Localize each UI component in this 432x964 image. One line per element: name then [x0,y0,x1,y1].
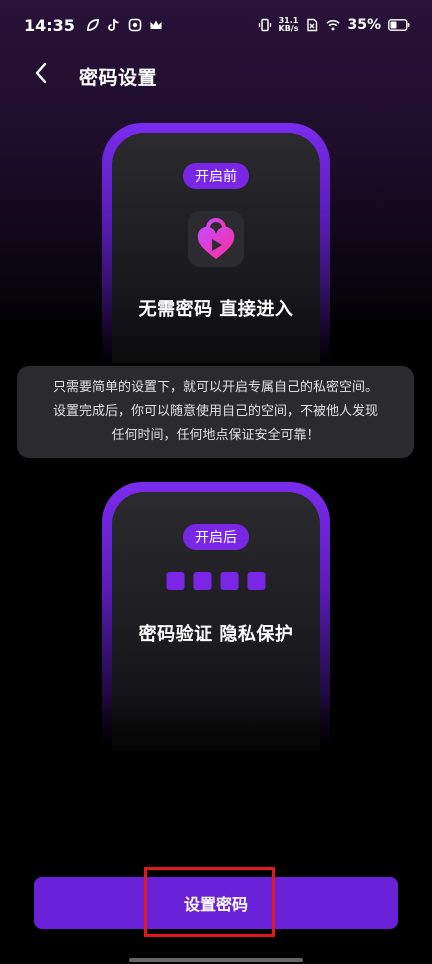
info-line-1: 只需要简单的设置下，就可以开启专属自己的私密空间。 [52,380,378,395]
app-icon [128,18,142,32]
set-password-label: 设置密码 [183,895,248,914]
before-badge: 开启前 [183,163,249,189]
battery-icon [388,18,410,32]
back-button[interactable] [28,62,54,88]
pin-dots [166,572,266,590]
pin-dot [193,572,212,590]
tiktok-icon [107,18,121,32]
home-indicator[interactable] [129,958,303,962]
chevron-left-icon [34,62,48,88]
before-caption: 无需密码 直接进入 [138,299,294,320]
before-phone-illustration: 开启前 无需密码 直接进入 [102,123,330,363]
heart-lock-icon [188,211,244,267]
pin-dot [166,572,185,590]
network-speed: 31.1 KB/s [279,17,299,33]
pin-dot [220,572,239,590]
after-caption: 密码验证 隐私保护 [138,624,294,645]
info-line-3: 任何时间，任何地点保证安全可靠！ [111,428,320,443]
leaf-icon [86,18,100,32]
status-right: 31.1 KB/s 35% [258,17,411,33]
info-card: 只需要简单的设置下，就可以开启专属自己的私密空间。 设置完成后，你可以随意使用自… [17,366,414,458]
vibrate-icon [258,18,272,32]
status-bar: 14:35 31.1 KB/s 35% [0,0,432,50]
page-title: 密码设置 [79,67,158,89]
network-speed-unit: KB/s [278,24,299,33]
bottom-fade [0,700,432,780]
status-left: 14:35 [24,16,163,35]
battery-percent: 35% [347,17,381,33]
header: 密码设置 [0,50,432,100]
set-password-button[interactable]: 设置密码 [34,877,398,929]
pin-dot [247,572,266,590]
wifi-icon [326,18,341,32]
before-phone-screen: 开启前 无需密码 直接进入 [112,133,320,363]
after-badge: 开启后 [183,524,249,550]
crown-icon [149,18,163,32]
no-sim-icon [305,18,319,32]
info-line-2: 设置完成后，你可以随意使用自己的空间，不被他人发现 [52,404,378,419]
status-time: 14:35 [24,15,75,35]
